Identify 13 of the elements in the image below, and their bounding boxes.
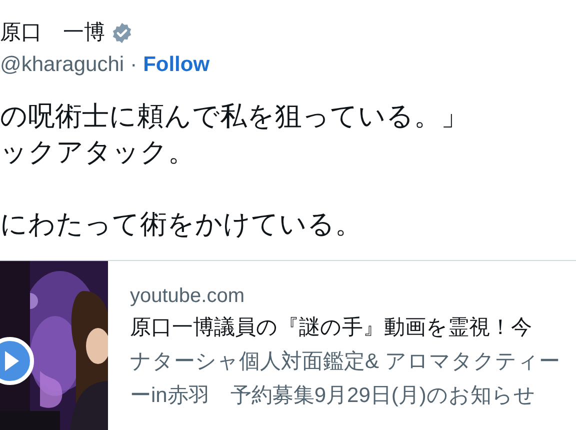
link-description: ナターシャ個人対面鑑定& アロマタクティー [130, 349, 560, 375]
link-title: 原口一博議員の『謎の手』動画を霊視！今 [130, 315, 533, 341]
separator-dot: · [130, 52, 138, 78]
play-icon[interactable] [0, 337, 34, 385]
user-handle: @kharaguchi [0, 52, 124, 78]
link-card[interactable]: youtube.com 原口一博議員の『謎の手』動画を霊視！今 ナターシャ個人対面鑑定& アロマタクティー ーin赤羽 予約募集9月29日(月)のお知らせ [0, 260, 576, 430]
follow-link[interactable]: Follow [143, 49, 210, 81]
author-name: 原口 一博 [0, 20, 105, 46]
tweet-text-line: ックアタック。 [0, 136, 196, 169]
tweet-text-line: の呪術士に頼んで私を狙っている。」 [0, 100, 469, 133]
link-description: ーin赤羽 予約募集9月29日(月)のお知らせ [130, 383, 536, 409]
link-domain: youtube.com [130, 284, 246, 309]
tweet-text-line: にわたって術をかけている。 [0, 208, 363, 241]
